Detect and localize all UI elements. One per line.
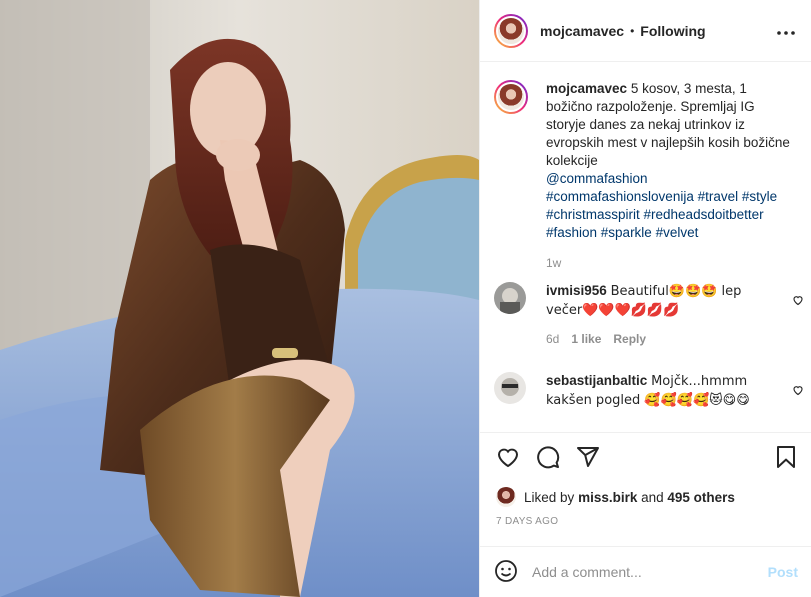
caption-time: 1w (546, 256, 562, 270)
author-username[interactable]: mojcamavec (540, 23, 624, 39)
liker-avatar[interactable] (496, 487, 516, 507)
comment-username[interactable]: ivmisi956 (546, 283, 607, 298)
caption-hashtags[interactable]: #commafashionslovenija #travel #style #c… (546, 189, 777, 240)
comment-icon[interactable] (536, 445, 560, 469)
post-photo-image (0, 0, 479, 597)
comment-item: sebastijanbaltic Mojčk...hmmm kakšen pog… (494, 372, 804, 410)
add-comment-input[interactable] (532, 564, 768, 580)
comment-username[interactable]: sebastijanbaltic (546, 373, 647, 388)
likes-summary: Liked by miss.birk and 495 others (496, 487, 735, 507)
comments-list[interactable]: mojcamavec 5 kosov, 3 mesta, 1 božično r… (480, 62, 811, 432)
more-icon[interactable] (776, 20, 796, 41)
like-comment-icon[interactable] (792, 294, 804, 309)
commenter-avatar[interactable] (494, 282, 526, 314)
post-comment-button[interactable]: Post (768, 564, 798, 580)
emoji-icon[interactable] (494, 559, 518, 586)
post-header: mojcamavec • Following (480, 0, 811, 62)
comment-likes[interactable]: 1 like (571, 332, 601, 346)
bookmark-icon[interactable] (774, 445, 798, 469)
follow-status-button[interactable]: Following (640, 23, 705, 39)
post-panel: mojcamavec • Following mojcamavec 5 koso… (479, 0, 811, 597)
like-comment-icon[interactable] (792, 384, 804, 399)
caption-mention[interactable]: @commafashion (546, 170, 794, 188)
comment-item: ivmisi956 Beautiful🤩🤩🤩 lep večer❤️❤️❤️💋💋… (494, 282, 804, 346)
commenter-avatar[interactable] (494, 372, 526, 404)
likes-and: and (641, 489, 664, 505)
add-comment-bar: Post (480, 546, 811, 597)
likes-prefix: Liked by (524, 489, 575, 505)
heart-icon[interactable] (496, 445, 520, 469)
caption-avatar[interactable] (494, 80, 528, 114)
likes-others-link[interactable]: 495 others (667, 490, 735, 505)
caption-username[interactable]: mojcamavec (546, 81, 627, 96)
comment-time: 6d (546, 332, 560, 346)
author-avatar[interactable] (494, 13, 528, 48)
header-separator: • (630, 23, 635, 38)
share-icon[interactable] (576, 445, 600, 469)
comment-reply-button[interactable]: Reply (613, 332, 646, 346)
liker-username[interactable]: miss.birk (578, 490, 637, 505)
post-caption: mojcamavec 5 kosov, 3 mesta, 1 božično r… (494, 80, 804, 270)
post-photo[interactable] (0, 0, 479, 597)
action-bar (480, 432, 811, 480)
post-timestamp[interactable]: 7 DAYS AGO (496, 516, 558, 527)
